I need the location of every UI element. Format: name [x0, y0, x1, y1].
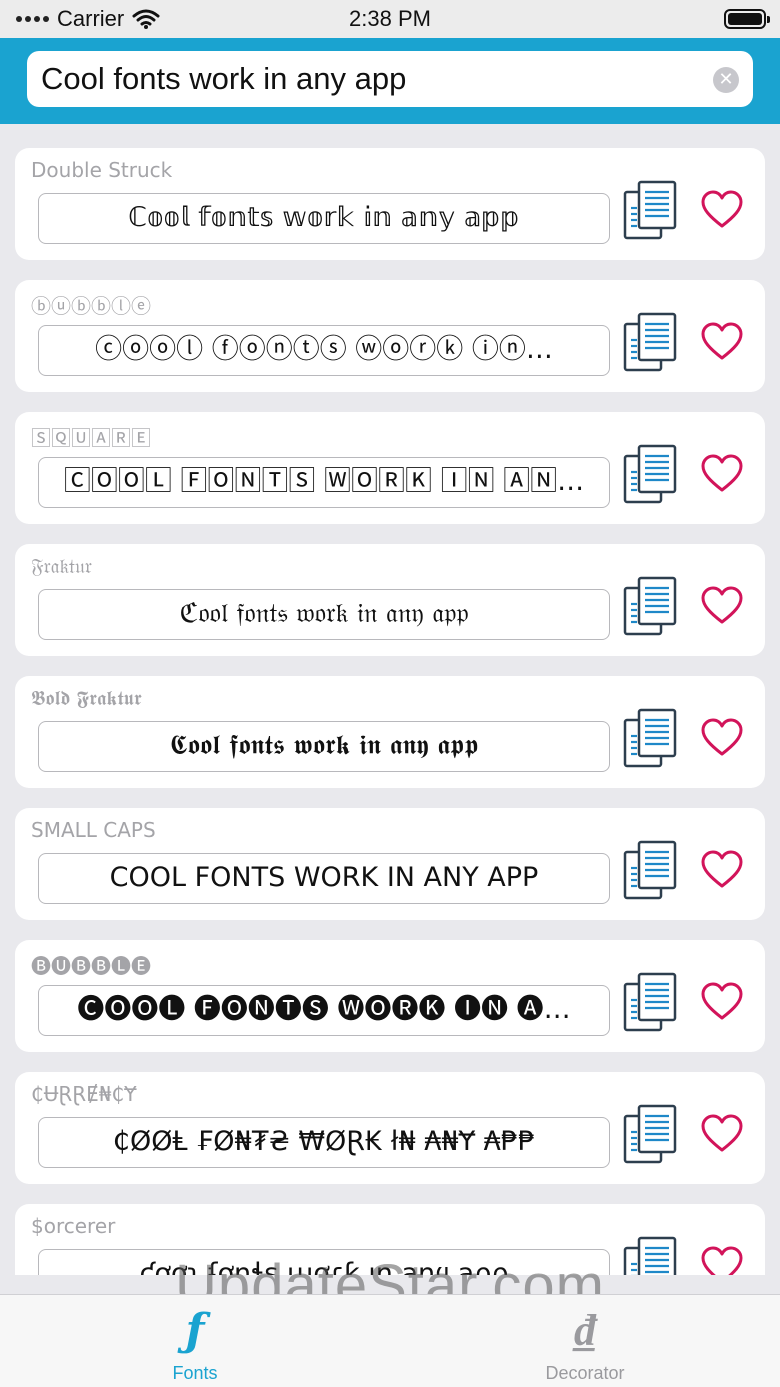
copy-icon[interactable] [623, 840, 679, 902]
font-style-label: ⓑⓤⓑⓑⓛⓔ [31, 294, 151, 318]
styled-text-field[interactable]: 𝕮𝖔𝖔𝖑 𝖋𝖔𝖓𝖙𝖘 𝖜𝖔𝖗𝖐 𝖎𝖓 𝖆𝖓𝖞 𝖆𝖕𝖕 [38, 721, 610, 772]
styled-text-field[interactable]: ⓒⓞⓞⓛ ⓕⓞⓝⓣⓢ ⓦⓞⓡⓚ ⓘⓝ… [38, 325, 610, 376]
copy-icon[interactable] [623, 708, 679, 770]
font-card[interactable]: 𝕭𝖔𝖑𝖉 𝕱𝖗𝖆𝖐𝖙𝖚𝖗 𝕮𝖔𝖔𝖑 𝖋𝖔𝖓𝖙𝖘 𝖜𝖔𝖗𝖐 𝖎𝖓 𝖆𝖓𝖞 𝖆𝖕𝖕 [15, 676, 765, 788]
font-style-label: ₵ɄⱤⱤɆ₦₵Ɏ [31, 1082, 137, 1106]
font-style-label: $orcerer [31, 1214, 116, 1238]
font-card[interactable]: $orcerer ƈơơʅ ʄơŋɬʂ ɯơɾƙ ıŋ ąŋყ ąρρ [15, 1204, 765, 1275]
tab-bar: ƒ Fonts ₫ Decorator [0, 1294, 780, 1387]
styled-text-field[interactable]: ₵ØØⱠ ₣Ø₦₮₴ ₩ØⱤ₭ ł₦ ₳₦Ɏ ₳₱₱ [38, 1117, 610, 1168]
status-time: 2:38 PM [349, 6, 431, 31]
font-card[interactable]: ₵ɄⱤⱤɆ₦₵Ɏ ₵ØØⱠ ₣Ø₦₮₴ ₩ØⱤ₭ ł₦ ₳₦Ɏ ₳₱₱ [15, 1072, 765, 1184]
styled-text-field[interactable]: 🄲🄾🄾🄻 🄵🄾🄽🅃🅂 🅆🄾🅁🄺 🄸🄽 🄰🄽… [38, 457, 610, 508]
font-list[interactable]: Double Struck ℂ𝕠𝕠𝕝 𝕗𝕠𝕟𝕥𝕤 𝕨𝕠𝕣𝕜 𝕚𝕟 𝕒𝕟𝕪 𝕒𝕡𝕡 ⓑ… [0, 124, 780, 1275]
styled-text-field[interactable]: ℂ𝕠𝕠𝕝 𝕗𝕠𝕟𝕥𝕤 𝕨𝕠𝕣𝕜 𝕚𝕟 𝕒𝕟𝕪 𝕒𝕡𝕡 [38, 193, 610, 244]
font-style-label: 𝔉𝔯𝔞𝔨𝔱𝔲𝔯 [31, 554, 93, 578]
copy-icon[interactable] [623, 1104, 679, 1166]
font-card[interactable]: SMALL CAPS COOL FONTS WORK IN ANY APP [15, 808, 765, 920]
heart-icon[interactable] [701, 1114, 743, 1154]
copy-icon[interactable] [623, 180, 679, 242]
copy-icon[interactable] [623, 972, 679, 1034]
font-style-label: Double Struck [31, 158, 173, 182]
heart-icon[interactable] [701, 850, 743, 890]
font-card[interactable]: 𝔉𝔯𝔞𝔨𝔱𝔲𝔯 ℭ𝔬𝔬𝔩 𝔣𝔬𝔫𝔱𝔰 𝔴𝔬𝔯𝔨 𝔦𝔫 𝔞𝔫𝔶 𝔞𝔭𝔭 [15, 544, 765, 656]
heart-icon[interactable] [701, 322, 743, 362]
search-box: ✕ [27, 51, 753, 107]
search-input[interactable] [41, 55, 701, 103]
decorator-icon: ₫ [573, 1305, 597, 1356]
styled-text-field[interactable]: 🅒🅞🅞🅛 🅕🅞🅝🅣🅢 🅦🅞🅡🅚 🅘🅝 🅐… [38, 985, 610, 1036]
styled-text-field[interactable]: ƈơơʅ ʄơŋɬʂ ɯơɾƙ ıŋ ąŋყ ąρρ [38, 1249, 610, 1275]
fonts-icon: ƒ [185, 1305, 205, 1356]
copy-icon[interactable] [623, 1236, 679, 1275]
tab-decorator[interactable]: ₫ Decorator [390, 1295, 780, 1387]
clear-icon[interactable]: ✕ [713, 67, 739, 93]
heart-icon[interactable] [701, 718, 743, 758]
copy-icon[interactable] [623, 312, 679, 374]
font-style-label: 𝕭𝖔𝖑𝖉 𝕱𝖗𝖆𝖐𝖙𝖚𝖗 [31, 686, 142, 710]
font-style-label: SMALL CAPS [31, 818, 156, 842]
battery-icon [724, 9, 770, 29]
styled-text-field[interactable]: COOL FONTS WORK IN ANY APP [38, 853, 610, 904]
copy-icon[interactable] [623, 576, 679, 638]
heart-icon[interactable] [701, 190, 743, 230]
tab-decorator-label: Decorator [545, 1363, 625, 1383]
heart-icon[interactable] [701, 1246, 743, 1275]
font-card[interactable]: 🅑🅤🅑🅑🅛🅔 🅒🅞🅞🅛 🅕🅞🅝🅣🅢 🅦🅞🅡🅚 🅘🅝 🅐… [15, 940, 765, 1052]
font-style-label: 🅑🅤🅑🅑🅛🅔 [31, 954, 151, 978]
font-card[interactable]: 🅂🅀🅄🄰🅁🄴 🄲🄾🄾🄻 🄵🄾🄽🅃🅂 🅆🄾🅁🄺 🄸🄽 🄰🄽… [15, 412, 765, 524]
styled-text-field[interactable]: ℭ𝔬𝔬𝔩 𝔣𝔬𝔫𝔱𝔰 𝔴𝔬𝔯𝔨 𝔦𝔫 𝔞𝔫𝔶 𝔞𝔭𝔭 [38, 589, 610, 640]
tab-fonts[interactable]: ƒ Fonts [0, 1295, 390, 1387]
search-header: ✕ [0, 38, 780, 124]
tab-fonts-label: Fonts [172, 1363, 218, 1383]
font-card[interactable]: ⓑⓤⓑⓑⓛⓔ ⓒⓞⓞⓛ ⓕⓞⓝⓣⓢ ⓦⓞⓡⓚ ⓘⓝ… [15, 280, 765, 392]
heart-icon[interactable] [701, 586, 743, 626]
font-style-label: 🅂🅀🅄🄰🅁🄴 [31, 426, 151, 450]
font-card[interactable]: Double Struck ℂ𝕠𝕠𝕝 𝕗𝕠𝕟𝕥𝕤 𝕨𝕠𝕣𝕜 𝕚𝕟 𝕒𝕟𝕪 𝕒𝕡𝕡 [15, 148, 765, 260]
status-bar: Carrier 2:38 PM [0, 0, 780, 38]
heart-icon[interactable] [701, 454, 743, 494]
copy-icon[interactable] [623, 444, 679, 506]
heart-icon[interactable] [701, 982, 743, 1022]
